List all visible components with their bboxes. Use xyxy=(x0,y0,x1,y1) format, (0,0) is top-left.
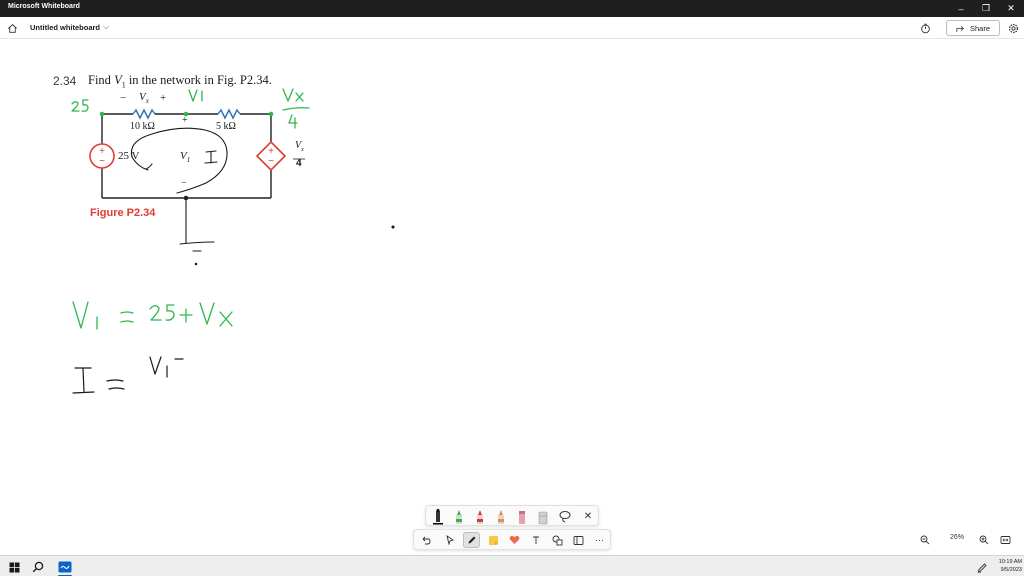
dep-denominator: 4 xyxy=(296,158,302,169)
timer-icon[interactable] xyxy=(918,21,932,35)
dep-numerator: Vx xyxy=(295,140,304,153)
green-ink xyxy=(71,88,310,129)
chevron-down-icon[interactable]: ⌵ xyxy=(103,22,109,32)
eq2-equals xyxy=(106,379,125,390)
v1-subscript: 1 xyxy=(186,156,191,165)
undo-icon[interactable] xyxy=(417,532,434,548)
eq2-v xyxy=(149,356,162,375)
shapes-icon[interactable] xyxy=(549,532,566,548)
vx-minus: − xyxy=(120,92,127,104)
lasso-icon[interactable] xyxy=(557,508,573,525)
r2-label: 5 kΩ xyxy=(216,121,236,132)
black-ink xyxy=(130,127,395,266)
eq1-plus xyxy=(179,308,193,323)
v1-inner-label: V1 xyxy=(180,150,190,164)
zoom-level[interactable]: 26% xyxy=(945,534,969,541)
share-label: Share xyxy=(969,23,990,33)
eraser-icon[interactable] xyxy=(535,508,551,525)
gear-icon[interactable] xyxy=(1006,21,1020,35)
pen-tool-icon[interactable] xyxy=(463,532,480,548)
source-value-label: 25 V xyxy=(118,150,140,162)
pen-black-icon[interactable] xyxy=(430,508,446,525)
templates-icon[interactable] xyxy=(570,532,587,548)
v1-letter: V xyxy=(180,150,187,162)
vx-plus: + xyxy=(160,92,167,104)
r1-label: 10 kΩ xyxy=(130,121,155,132)
eq1-vx-x xyxy=(219,311,233,327)
zoom-in-icon[interactable] xyxy=(976,532,991,547)
pen-orange-icon[interactable] xyxy=(493,508,509,525)
clock-date: 9/5/2023 xyxy=(1000,567,1022,573)
ink-v1-label xyxy=(188,89,203,102)
vx-subscript: x xyxy=(145,97,149,106)
windows-start-icon[interactable] xyxy=(6,559,22,575)
clock-time: 10:19 AM xyxy=(998,559,1022,565)
zoom-controls: 26% xyxy=(913,530,1017,549)
pen-toolbar: ✕ xyxy=(425,505,599,526)
restore-button[interactable]: ❐ xyxy=(973,0,999,17)
fit-to-screen-icon[interactable] xyxy=(998,532,1013,547)
zoom-out-icon[interactable] xyxy=(917,532,932,547)
whiteboard-app-icon[interactable] xyxy=(57,559,73,575)
ink-fraction-line xyxy=(282,107,310,111)
eq1-v xyxy=(72,301,89,329)
pen-red-icon[interactable] xyxy=(472,508,488,525)
node-right-top xyxy=(268,111,274,117)
ink-loop-tail xyxy=(145,163,153,170)
ink-dot-stray xyxy=(391,225,395,229)
pen-green-icon[interactable] xyxy=(451,508,467,525)
eq2-i xyxy=(72,367,95,394)
ink-25-two xyxy=(71,101,80,112)
sticky-note-icon[interactable] xyxy=(485,532,502,548)
dep-minus-sign: − xyxy=(268,156,274,167)
reaction-heart-icon[interactable] xyxy=(506,532,523,548)
home-icon[interactable] xyxy=(5,21,19,35)
text-tool-icon[interactable] xyxy=(527,532,544,548)
app-title: Microsoft Whiteboard xyxy=(8,3,80,10)
figure-caption: Figure P2.34 xyxy=(90,207,156,219)
ink-four xyxy=(288,114,298,129)
minimize-button[interactable]: – xyxy=(948,0,974,17)
circuit-diagram: + − + − xyxy=(71,88,395,394)
vx-letter: V xyxy=(139,91,146,103)
share-button[interactable]: Share xyxy=(946,20,1000,36)
resistor-10k xyxy=(132,108,156,120)
close-button[interactable]: ✕ xyxy=(998,0,1024,17)
title-bar: Microsoft Whiteboard – ❐ ✕ xyxy=(0,0,1024,17)
system-clock[interactable]: 10:19 AM 9/5/2023 xyxy=(990,558,1022,574)
eq1-five xyxy=(165,304,175,321)
vx-label: Vx xyxy=(139,91,149,105)
ink-equation-2 xyxy=(72,356,184,394)
app-header: Untitled whiteboard ⌵ Share xyxy=(0,17,1024,39)
share-icon xyxy=(956,25,964,32)
eq1-vx-v xyxy=(199,302,215,325)
ink-25-five xyxy=(81,99,89,112)
ink-dot-small xyxy=(194,262,198,266)
close-icon[interactable]: ✕ xyxy=(581,508,595,524)
v1-node-minus: − xyxy=(181,178,187,189)
v1-node-plus: + xyxy=(182,115,188,126)
eq1-two xyxy=(149,305,162,321)
more-options-icon[interactable]: ··· xyxy=(591,532,608,548)
dep-num-subscript: x xyxy=(301,147,304,153)
ink-ground-bar xyxy=(179,241,215,245)
taskbar: 10:19 AM 9/5/2023 xyxy=(0,555,1024,576)
ink-equation-1 xyxy=(72,301,233,330)
ink-i-label xyxy=(204,150,218,164)
pen-menu-icon[interactable] xyxy=(974,559,990,575)
node-left-top xyxy=(99,111,105,117)
resistor-5k xyxy=(217,108,241,120)
whiteboard-canvas[interactable]: 2.34 Find V1 in the network in Fig. P2.3… xyxy=(0,39,1024,555)
search-icon[interactable] xyxy=(30,559,46,575)
select-pointer-icon[interactable] xyxy=(441,532,458,548)
board-title[interactable]: Untitled whiteboard xyxy=(30,23,100,32)
eq1-equals xyxy=(120,311,134,323)
ink-vx xyxy=(282,88,304,102)
highlighter-icon[interactable] xyxy=(514,508,530,525)
source-minus-sign: − xyxy=(99,156,105,167)
main-toolbar: ··· xyxy=(413,529,611,550)
